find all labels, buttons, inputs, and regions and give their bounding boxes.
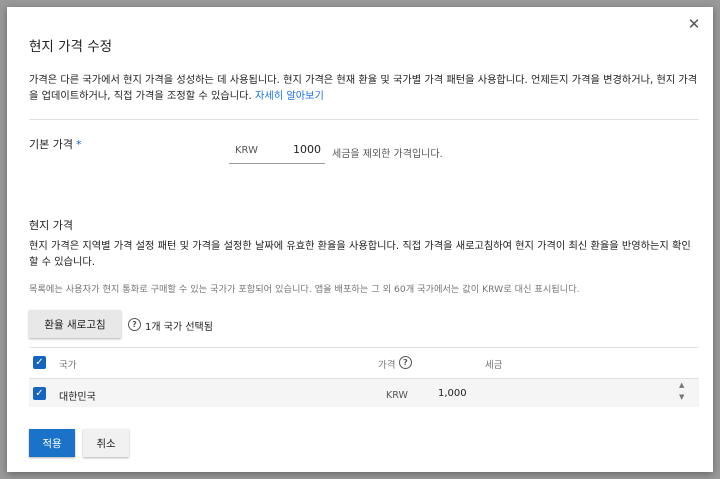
scroll-down-icon[interactable]: ▼	[679, 393, 684, 401]
table-row: ✓ 대한민국 KRW 1,000 ▲ ▼	[29, 378, 699, 407]
table-header: ✓ 국가 가격 ? 세금	[29, 347, 699, 378]
local-price-note: 목록에는 사용자가 현지 통화로 구매할 수 있는 국가가 포함되어 있습니다.…	[29, 284, 580, 295]
local-price-title: 현지 가격	[29, 219, 73, 232]
base-price-label: 기본 가격 *	[29, 136, 81, 152]
intro-description: 가격은 다른 국가에서 현지 가격을 성성하는 데 사용됩니다. 현지 가격은 …	[29, 75, 698, 102]
help-icon[interactable]: ?	[128, 318, 141, 331]
dialog-title: 현지 가격 수정	[29, 39, 113, 55]
required-mark: *	[75, 138, 82, 151]
row-currency: KRW	[386, 390, 408, 401]
learn-more-link[interactable]: 자세히 알아보기	[255, 91, 324, 102]
select-all-checkbox[interactable]: ✓	[33, 356, 46, 369]
tax-excluded-note: 세금을 제외한 가격입니다.	[332, 149, 443, 160]
scroll-up-icon[interactable]: ▲	[679, 381, 684, 389]
base-price-value[interactable]: 1000	[293, 143, 321, 156]
base-price-input[interactable]: KRW 1000	[229, 139, 325, 164]
local-price-description: 현지 가격은 지역별 가격 설정 패턴 및 가격을 설정한 날짜에 유효한 환율…	[29, 241, 691, 268]
edit-local-price-dialog: ✕ 현지 가격 수정 가격은 다른 국가에서 현지 가격을 성성하는 데 사용됩…	[7, 7, 713, 472]
currency-code: KRW	[235, 145, 258, 156]
row-country: 대한민국	[59, 392, 96, 403]
cancel-button[interactable]: 취소	[83, 429, 129, 457]
intro-text: 가격은 다른 국가에서 현지 가격을 성성하는 데 사용됩니다. 현지 가격은 …	[29, 73, 699, 105]
row-checkbox[interactable]: ✓	[33, 387, 46, 400]
selected-count: 1개 국가 선택됨	[145, 322, 213, 333]
price-help-icon[interactable]: ?	[399, 356, 412, 369]
base-price-label-text: 기본 가격	[29, 138, 73, 151]
divider	[29, 119, 699, 120]
close-icon[interactable]: ✕	[685, 15, 703, 33]
header-country: 국가	[59, 360, 77, 371]
apply-button[interactable]: 적용	[29, 429, 75, 457]
refresh-exchange-rate-button[interactable]: 환율 새로고침	[29, 310, 121, 338]
header-price: 가격	[378, 360, 396, 371]
row-price-input[interactable]: 1,000	[438, 388, 467, 399]
header-tax: 세금	[485, 360, 503, 371]
